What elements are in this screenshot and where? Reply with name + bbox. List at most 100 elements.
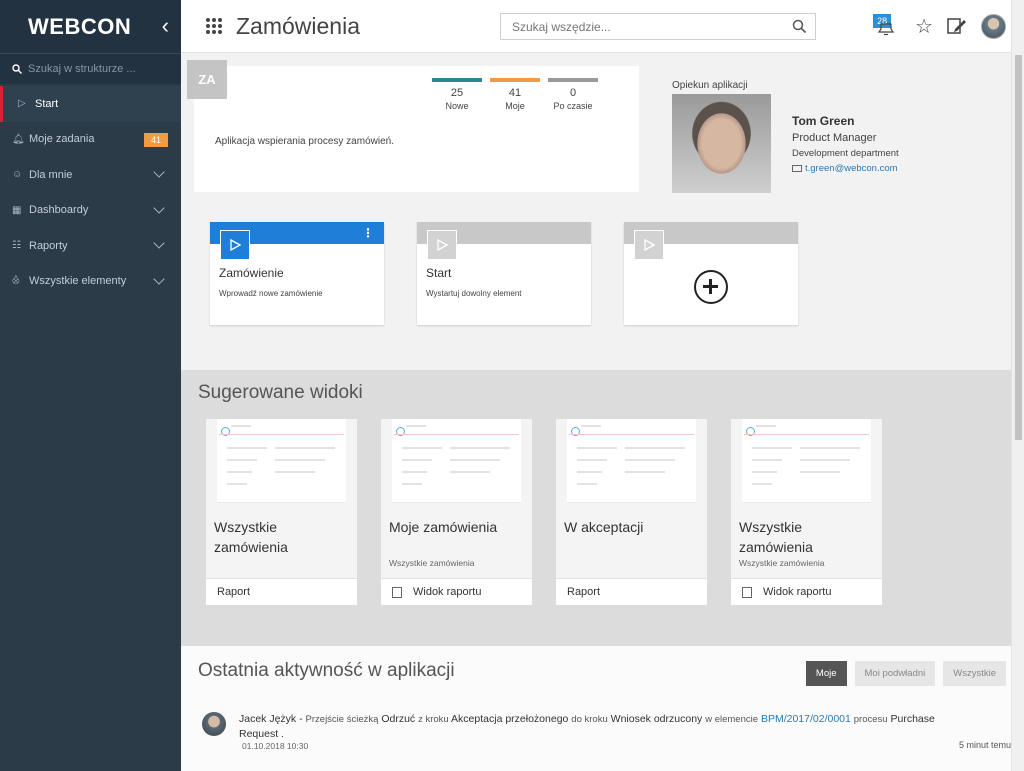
activity-text: procesu [853,714,888,725]
hierarchy-icon: ⨶ [12,275,20,287]
view-footer: Widok raportu [731,578,882,605]
activity-path: Odrzuć [381,713,416,725]
chevron-down-icon[interactable] [153,201,165,214]
tile-title: Start [426,266,452,280]
play-icon [427,230,457,260]
activity-time-ago: 5 minut temu [958,740,1011,750]
global-search [500,13,816,40]
tile-add[interactable] [624,222,798,325]
page-title: Zamówienia [236,12,360,39]
sidebar-item-start[interactable]: ▷ Start [0,86,181,122]
report-view-icon [392,586,402,598]
tile-subtitle: Wprowadź nowe zamówienie [219,289,323,298]
view-type: Widok raportu [413,586,482,598]
counter-value: 25 [450,87,464,99]
app-info-card: ZA 25 Nowe 41 Moje 0 Po czasie Aplikacja… [187,60,639,192]
view-card[interactable]: W akceptacji Raport [556,419,707,605]
view-card[interactable]: Wszystkie zamówienia Wszystkie zamówieni… [731,419,882,605]
view-thumbnail [392,419,521,503]
play-icon [634,230,664,260]
sidebar-item-label: Start [35,97,59,110]
activity-element-link[interactable]: BPM/2017/02/0001 [761,713,851,725]
counter-mine[interactable]: 41 Moje [490,78,540,111]
activity-text: do kroku [571,714,608,725]
sidebar-item-for-me[interactable]: ☺ Dla mnie [0,157,181,193]
notifications-button[interactable]: 28 [873,12,899,40]
global-search-input[interactable] [512,19,782,34]
guardian-department: Development department [792,148,899,159]
dashboard-icon: ▦ [12,204,22,216]
play-icon: ▷ [18,98,26,110]
collapse-sidebar-icon[interactable]: ‹ [162,15,169,37]
activity-from-step: Akceptacja przełożonego [451,713,569,725]
chevron-down-icon[interactable] [153,166,165,178]
filter-subordinates-button[interactable]: Moi podwładni [854,661,936,686]
view-card[interactable]: Moje zamówienia Wszystkie zamówienia Wid… [381,419,532,605]
tile-title: Zamówienie [219,266,284,280]
webcon-logo[interactable]: WEBCON [28,14,131,40]
filter-all-button[interactable]: Wszystkie [943,661,1006,686]
guardian-name: Tom Green [792,114,855,128]
header-actions: 28 ☆ [873,12,1011,40]
sidebar-item-all-elements[interactable]: ⨶ Wszystkie elementy [0,264,181,300]
view-card[interactable]: Wszystkie zamówienia Raport [206,419,357,605]
chevron-down-icon[interactable] [153,237,165,249]
guardian-email-link[interactable]: t.green@webcon.com [792,163,898,174]
user-avatar[interactable] [981,13,1006,39]
app-grid-icon[interactable] [206,18,222,34]
scrollbar-thumb[interactable] [1015,55,1022,440]
tile-start[interactable]: Start Wystartuj dowolny element [417,222,591,325]
add-icon[interactable] [694,270,728,304]
view-title: Wszystkie zamówienia [214,519,288,555]
page-scrollbar[interactable] [1011,0,1024,771]
view-title: Wszystkie zamówienia [739,519,813,555]
counter-label: Nowe [445,101,469,111]
mail-icon [792,165,802,172]
counter-value: 41 [508,87,522,99]
play-icon [220,230,250,260]
sidebar-item-label: Dashboardy [29,204,89,217]
user-icon: ☺ [12,169,23,181]
more-options-icon[interactable]: ⋮ [362,226,374,240]
main-content: ZA 25 Nowe 41 Moje 0 Po czasie Aplikacja… [181,53,1011,771]
sidebar-item-label: Dla mnie [29,168,73,181]
view-subtitle: Wszystkie zamówienia [389,558,475,568]
chevron-down-icon[interactable] [153,272,165,285]
view-subtitle: Wszystkie zamówienia [739,558,825,568]
sidebar-item-reports[interactable]: ☷ Raporty [0,228,181,264]
logo-bar: WEBCON ‹ [0,0,181,53]
view-type: Widok raportu [763,586,832,598]
counter-value: 0 [569,87,577,99]
guardian-label: Opiekun aplikacji [672,80,748,91]
counter-label: Moje [505,101,525,111]
counter-new[interactable]: 25 Nowe [432,78,482,111]
favorites-star-icon[interactable]: ☆ [915,14,933,39]
structure-search-input[interactable] [28,63,178,75]
filter-mine-button[interactable]: Moje [805,661,847,686]
sidebar: WEBCON ‹ ▷ Start 🔔︎ Moje zadania 41 ☺ Dl… [0,0,181,771]
recent-activity: Ostatnia aktywność w aplikacji Moje Moi … [181,646,1011,771]
suggested-views: Sugerowane widoki Wszystkie zamówienia R… [181,370,1011,646]
guardian-photo [672,94,771,193]
activity-filters: Moje Moi podwładni Wszystkie [798,661,1006,686]
activity-to-step: Wniosek odrzucony [610,713,703,725]
guardian-email[interactable]: t.green@webcon.com [805,163,898,174]
tasks-count-badge: 41 [143,132,168,147]
search-icon[interactable] [792,19,807,34]
counter-overdue[interactable]: 0 Po czasie [548,78,598,111]
tile-order[interactable]: ⋮ Zamówienie Wprowadź nowe zamówienie [210,222,384,325]
view-footer: Widok raportu [381,578,532,605]
view-title: W akceptacji [564,519,644,535]
counter-label: Po czasie [553,101,593,111]
report-view-icon [742,586,752,598]
sidebar-item-my-tasks[interactable]: 🔔︎ Moje zadania 41 [0,122,181,158]
sidebar-item-label: Wszystkie elementy [29,275,127,288]
activity-text: z kroku [418,714,449,725]
edit-icon[interactable] [947,17,967,35]
tile-subtitle: Wystartuj dowolny element [426,289,522,298]
sidebar-item-dashboards[interactable]: ▦ Dashboardy [0,193,181,229]
activity-user: Jacek Jężyk - [239,713,303,725]
view-title: Moje zamówienia [389,519,498,535]
activity-text: Przejście ścieżką [305,714,379,725]
view-type: Raport [567,586,601,598]
